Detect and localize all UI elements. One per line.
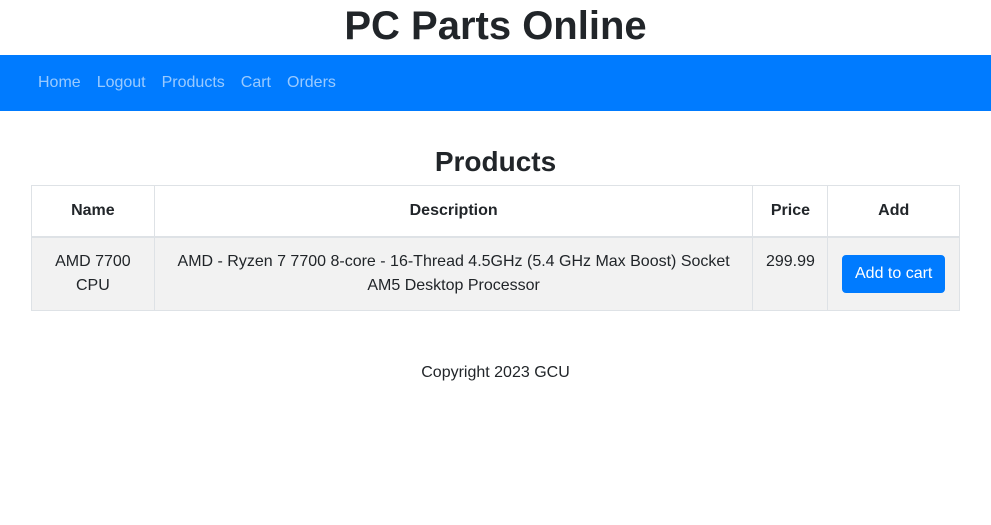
site-title: PC Parts Online (344, 4, 647, 48)
column-header-add: Add (827, 185, 960, 238)
product-price: 299.99 (752, 236, 829, 311)
add-to-cart-button[interactable]: Add to cart (842, 255, 946, 293)
nav-link-logout[interactable]: Logout (89, 55, 154, 111)
column-header-name: Name (31, 185, 155, 238)
main-content: Products Name Description Price Add AMD … (0, 111, 991, 383)
product-name: AMD 7700 CPU (31, 236, 155, 311)
page-heading: Products (434, 146, 557, 177)
nav-link-orders[interactable]: Orders (279, 55, 344, 111)
product-description: AMD - Ryzen 7 7700 8-core - 16-Thread 4.… (153, 236, 754, 311)
nav-link-home[interactable]: Home (30, 55, 89, 111)
product-add-cell: Add to cart (827, 236, 960, 311)
nav-link-products[interactable]: Products (154, 55, 233, 111)
nav-link-cart[interactable]: Cart (233, 55, 279, 111)
column-header-price: Price (752, 185, 829, 238)
table-header-row: Name Description Price Add (31, 185, 960, 238)
footer-copyright: Copyright 2023 GCU (421, 364, 570, 381)
products-table: Name Description Price Add AMD 7700 CPU … (31, 185, 960, 311)
column-header-description: Description (153, 185, 754, 238)
table-row: AMD 7700 CPU AMD - Ryzen 7 7700 8-core -… (31, 236, 960, 311)
navbar: Home Logout Products Cart Orders (0, 55, 991, 111)
